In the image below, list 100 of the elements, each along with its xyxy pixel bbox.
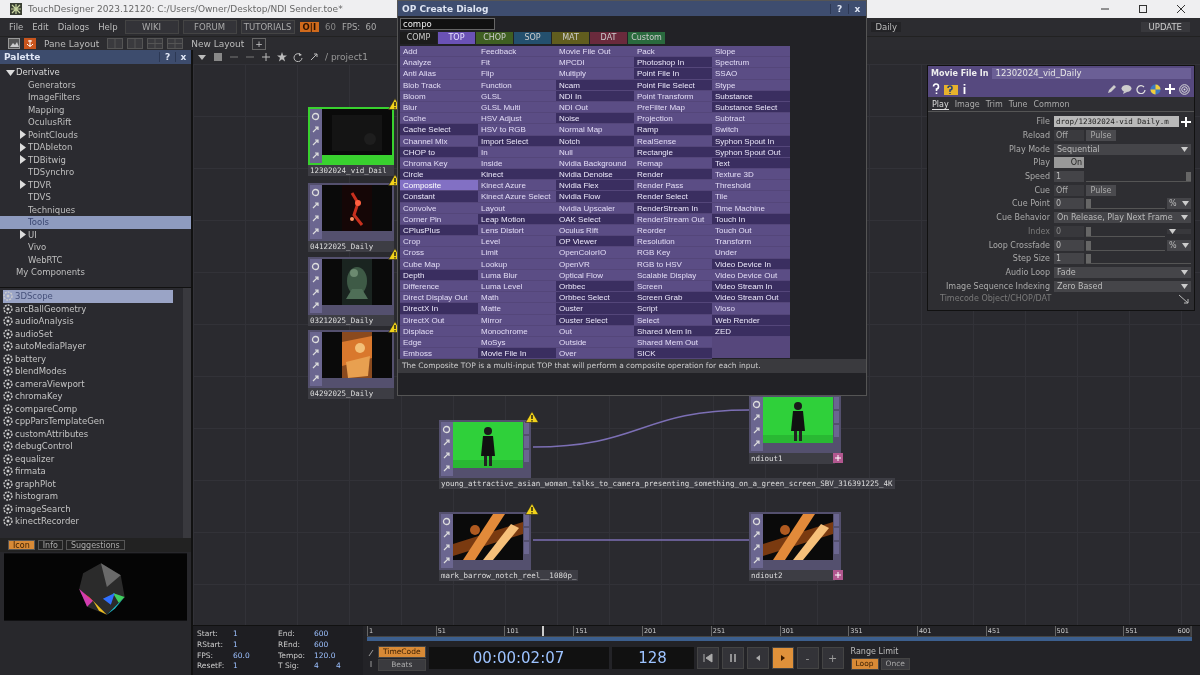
operator-item[interactable]: SSAO bbox=[712, 68, 790, 80]
slider-track[interactable] bbox=[1086, 239, 1165, 251]
list-item[interactable]: battery bbox=[3, 352, 173, 365]
operator-item[interactable]: Lookup bbox=[478, 258, 556, 270]
operator-item[interactable]: SICK bbox=[634, 348, 712, 360]
dropdown-icon[interactable] bbox=[197, 52, 207, 62]
operator-item[interactable]: Under bbox=[712, 247, 790, 259]
operator-item[interactable]: RGB to HSV bbox=[634, 258, 712, 270]
question-icon[interactable] bbox=[932, 83, 940, 95]
update-button[interactable]: UPDATE bbox=[1140, 22, 1190, 32]
tree-item[interactable]: PointClouds bbox=[0, 128, 191, 141]
operator-item[interactable]: Switch bbox=[712, 124, 790, 136]
operator-item[interactable]: Convolve bbox=[400, 202, 478, 214]
operator-item[interactable]: Add bbox=[400, 46, 478, 58]
operator-item[interactable]: Render Select bbox=[634, 191, 712, 203]
operator-item[interactable]: Fit bbox=[478, 57, 556, 69]
arrow-icon[interactable] bbox=[311, 151, 320, 160]
menu-item[interactable]: File bbox=[6, 22, 27, 32]
tree-item[interactable]: My Components bbox=[0, 266, 191, 279]
operator-item[interactable]: Stype bbox=[712, 79, 790, 91]
operator-item[interactable]: Web Render bbox=[712, 314, 790, 326]
operator-item[interactable]: Noise bbox=[556, 113, 634, 125]
tree-item[interactable]: UI bbox=[0, 228, 191, 241]
operator-node[interactable] bbox=[308, 107, 394, 165]
dropdown-menu[interactable]: On Release, Play Next Frame bbox=[1054, 212, 1191, 224]
arrow-icon[interactable] bbox=[311, 275, 320, 284]
arrow-icon[interactable] bbox=[442, 464, 451, 473]
link-button[interactable]: FORUM bbox=[182, 20, 237, 34]
arrow-icon[interactable] bbox=[442, 530, 451, 539]
image-icon[interactable] bbox=[8, 38, 20, 49]
number-field[interactable]: 0 bbox=[1054, 239, 1084, 251]
list-item[interactable]: compareComp bbox=[3, 402, 173, 415]
operator-item[interactable]: Slope bbox=[712, 46, 790, 58]
list-item[interactable]: customAttributes bbox=[3, 427, 173, 440]
operator-item[interactable]: Vioso bbox=[712, 303, 790, 315]
operator-item[interactable]: Time Machine bbox=[712, 202, 790, 214]
operator-item[interactable]: Out bbox=[556, 325, 634, 337]
list-item[interactable]: firmata bbox=[3, 465, 173, 478]
operator-item[interactable]: Texture 3D bbox=[712, 169, 790, 181]
comment-icon[interactable] bbox=[1121, 84, 1132, 94]
dropdown-menu[interactable]: Zero Based bbox=[1054, 280, 1191, 292]
toggle-switch[interactable]: On bbox=[1054, 157, 1084, 169]
unit-menu[interactable] bbox=[1167, 228, 1191, 234]
info-icon[interactable] bbox=[962, 83, 967, 95]
tab[interactable]: Icon bbox=[8, 540, 35, 550]
close-button[interactable]: x bbox=[848, 3, 866, 14]
ring-icon[interactable] bbox=[311, 188, 320, 197]
arrow-icon[interactable] bbox=[442, 556, 451, 565]
family-tab[interactable]: MAT bbox=[552, 32, 589, 44]
tree-item[interactable]: TDAbleton bbox=[0, 141, 191, 154]
family-tab[interactable]: Custom bbox=[628, 32, 665, 44]
help-button[interactable]: ? bbox=[830, 3, 848, 14]
down-arrow-icon[interactable] bbox=[5, 67, 15, 77]
arrow-icon[interactable] bbox=[442, 543, 451, 552]
operator-item[interactable]: GLSL bbox=[478, 90, 556, 102]
menu-item[interactable]: Edit bbox=[29, 22, 52, 32]
slider-thumb[interactable] bbox=[1086, 254, 1091, 264]
tree-item[interactable]: TDBitwig bbox=[0, 153, 191, 166]
close-button[interactable]: x bbox=[175, 52, 191, 62]
tree-item[interactable]: Derivative bbox=[0, 66, 191, 79]
operator-item[interactable]: Function bbox=[478, 79, 556, 91]
ring-icon[interactable] bbox=[442, 425, 451, 434]
arrow-icon[interactable] bbox=[752, 556, 761, 565]
operator-item[interactable]: Monochrome bbox=[478, 325, 556, 337]
tree-item[interactable]: WebRTC bbox=[0, 253, 191, 266]
operator-item[interactable]: Blob Track bbox=[400, 79, 478, 91]
new-layout-button[interactable]: New Layout bbox=[187, 38, 249, 49]
close-icon[interactable] bbox=[1176, 4, 1186, 14]
ring-icon[interactable] bbox=[311, 335, 320, 344]
operator-item[interactable]: Flip bbox=[478, 68, 556, 80]
ring-icon[interactable] bbox=[311, 262, 320, 271]
slider-track[interactable] bbox=[1086, 253, 1191, 265]
dropdown-menu[interactable]: Fade bbox=[1054, 266, 1191, 278]
python-help-icon[interactable] bbox=[944, 83, 958, 95]
slider-thumb[interactable] bbox=[1086, 240, 1091, 250]
slider-track[interactable] bbox=[1086, 171, 1191, 183]
operator-item[interactable]: Kinect Azure Select bbox=[478, 191, 556, 203]
square-icon[interactable] bbox=[213, 52, 223, 62]
arrow-icon[interactable] bbox=[311, 214, 320, 223]
pulse-button[interactable]: Pulse bbox=[1086, 130, 1116, 142]
arrow-icon[interactable] bbox=[752, 413, 761, 422]
operator-item[interactable]: Cube Map bbox=[400, 258, 478, 270]
tree-item[interactable]: TDVS bbox=[0, 191, 191, 204]
tab[interactable]: Trim bbox=[985, 100, 1003, 110]
tree-item[interactable]: OculusRift bbox=[0, 116, 191, 129]
add-layout-button[interactable]: + bbox=[252, 37, 266, 50]
arrow-icon[interactable] bbox=[752, 543, 761, 552]
target-icon[interactable] bbox=[1179, 83, 1190, 95]
number-field[interactable]: 1 bbox=[1054, 171, 1084, 183]
help-button[interactable]: ? bbox=[159, 52, 175, 62]
operator-item[interactable]: Spectrum bbox=[712, 57, 790, 69]
operator-item[interactable]: Tile bbox=[712, 191, 790, 203]
operator-item[interactable]: Luma Blur bbox=[478, 269, 556, 281]
operator-item[interactable]: Layout bbox=[478, 202, 556, 214]
tab[interactable]: Common bbox=[1033, 100, 1070, 110]
ring-icon[interactable] bbox=[752, 400, 761, 409]
maximize-icon[interactable] bbox=[1138, 4, 1148, 14]
pencil-icon[interactable] bbox=[1107, 84, 1117, 94]
operator-item[interactable]: Bloom bbox=[400, 90, 478, 102]
list-item[interactable]: audioSet bbox=[3, 327, 173, 340]
